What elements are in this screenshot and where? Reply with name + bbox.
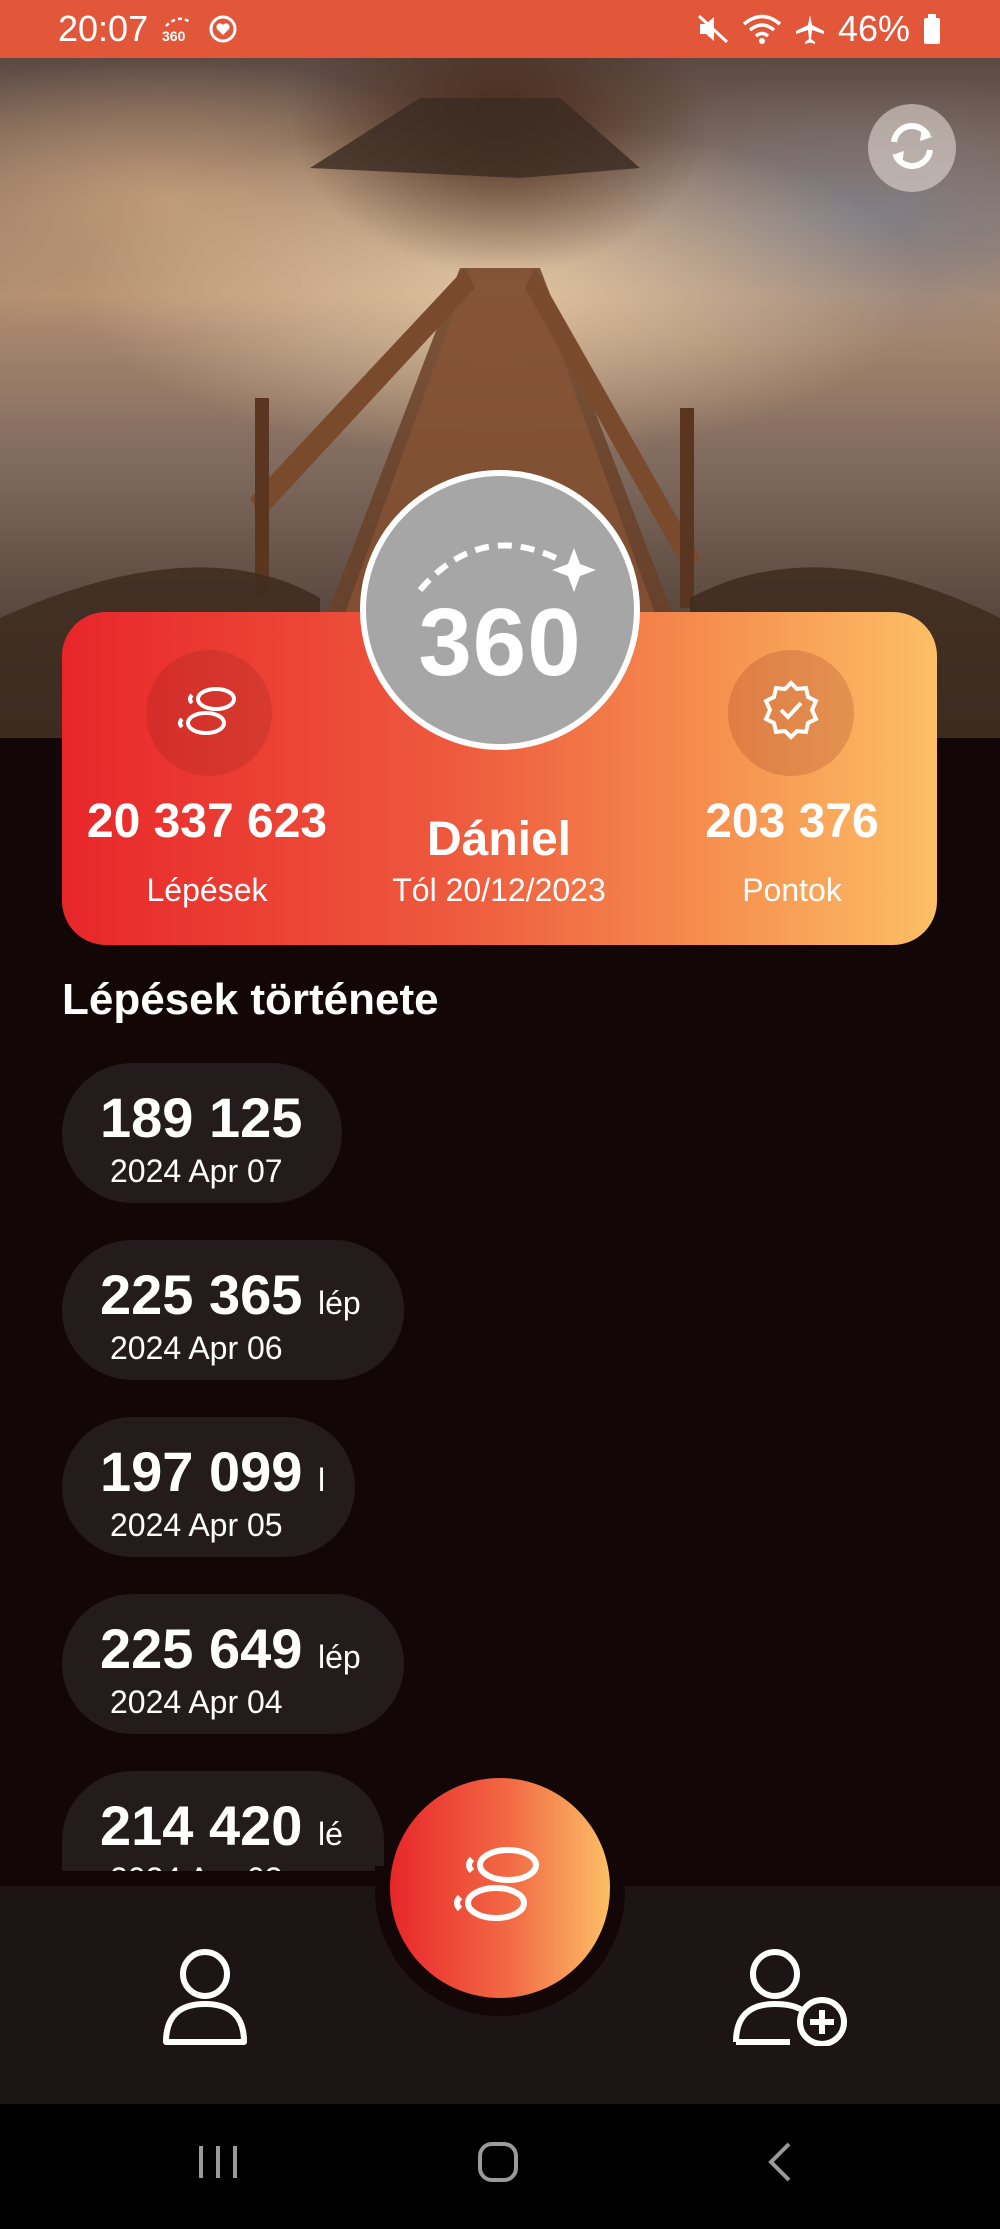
person-icon xyxy=(160,1949,250,2050)
status-bar: 20:07 360 46% xyxy=(0,0,1000,58)
total-points-value: 203 376 xyxy=(705,795,879,848)
recent-apps-button[interactable] xyxy=(188,2134,248,2194)
status-time: 20:07 xyxy=(58,8,149,49)
heart-badge-icon xyxy=(208,14,238,44)
history-steps: 214 420 xyxy=(100,1794,303,1857)
app-logo: 360 xyxy=(360,470,640,750)
add-person-icon xyxy=(730,1949,854,2050)
history-date: 2024 Apr 05 xyxy=(110,1507,283,1543)
add-friend-tab[interactable] xyxy=(730,1946,854,2047)
history-date: 2024 Apr 07 xyxy=(110,1153,283,1189)
history-steps: 189 125 xyxy=(100,1086,303,1149)
history-date: 2024 Apr 03 xyxy=(110,1861,283,1871)
since-date: Tól 20/12/2023 xyxy=(392,872,606,908)
footsteps-icon xyxy=(176,681,242,746)
history-unit: lé xyxy=(318,1816,343,1852)
history-item[interactable]: 214 420 lé 2024 Apr 03 xyxy=(62,1771,384,1871)
history-item[interactable]: 225 365 lép 2024 Apr 06 xyxy=(62,1240,404,1380)
sync-icon xyxy=(882,116,942,181)
total-points-label: Pontok xyxy=(742,872,842,908)
history-item[interactable]: 225 649 lép 2024 Apr 04 xyxy=(62,1594,404,1734)
battery-percent: 46% xyxy=(837,8,910,49)
mute-icon xyxy=(696,13,730,45)
footsteps-icon xyxy=(450,1841,550,1936)
total-steps-value: 20 337 623 xyxy=(86,795,328,848)
logo-text: 360 xyxy=(418,589,582,696)
system-nav-bar xyxy=(0,2104,1000,2229)
airplane-mode-icon xyxy=(794,13,826,45)
history-steps: 225 365 xyxy=(100,1263,303,1326)
history-unit: lép xyxy=(318,1639,361,1675)
back-button[interactable] xyxy=(750,2134,810,2194)
verified-badge-icon xyxy=(759,679,823,748)
points-icon-badge xyxy=(728,650,854,776)
history-date: 2024 Apr 04 xyxy=(110,1684,283,1720)
svg-text:360: 360 xyxy=(162,28,186,44)
steps-fab-button[interactable] xyxy=(390,1778,610,1998)
user-name: Dániel xyxy=(426,813,572,866)
history-steps: 197 099 xyxy=(100,1440,303,1503)
profile-tab[interactable] xyxy=(160,1946,250,2046)
recent-apps-icon xyxy=(195,2142,241,2187)
home-icon xyxy=(476,2140,520,2189)
total-steps-label: Lépések xyxy=(146,872,268,908)
app-360-icon: 360 xyxy=(160,14,196,44)
wifi-icon xyxy=(742,13,782,45)
history-item[interactable]: 197 099 l 2024 Apr 05 xyxy=(62,1417,355,1557)
steps-icon-badge xyxy=(146,650,272,776)
history-unit: l xyxy=(318,1462,326,1498)
sync-button[interactable] xyxy=(868,104,956,192)
history-title: Lépések története xyxy=(62,975,439,1024)
battery-icon xyxy=(922,13,942,45)
home-button[interactable] xyxy=(468,2134,528,2194)
back-icon xyxy=(765,2140,795,2189)
history-steps: 225 649 xyxy=(100,1617,303,1680)
history-item[interactable]: 189 125 2024 Apr 07 xyxy=(62,1063,342,1203)
history-unit: lép xyxy=(318,1285,361,1321)
history-date: 2024 Apr 06 xyxy=(110,1330,283,1366)
